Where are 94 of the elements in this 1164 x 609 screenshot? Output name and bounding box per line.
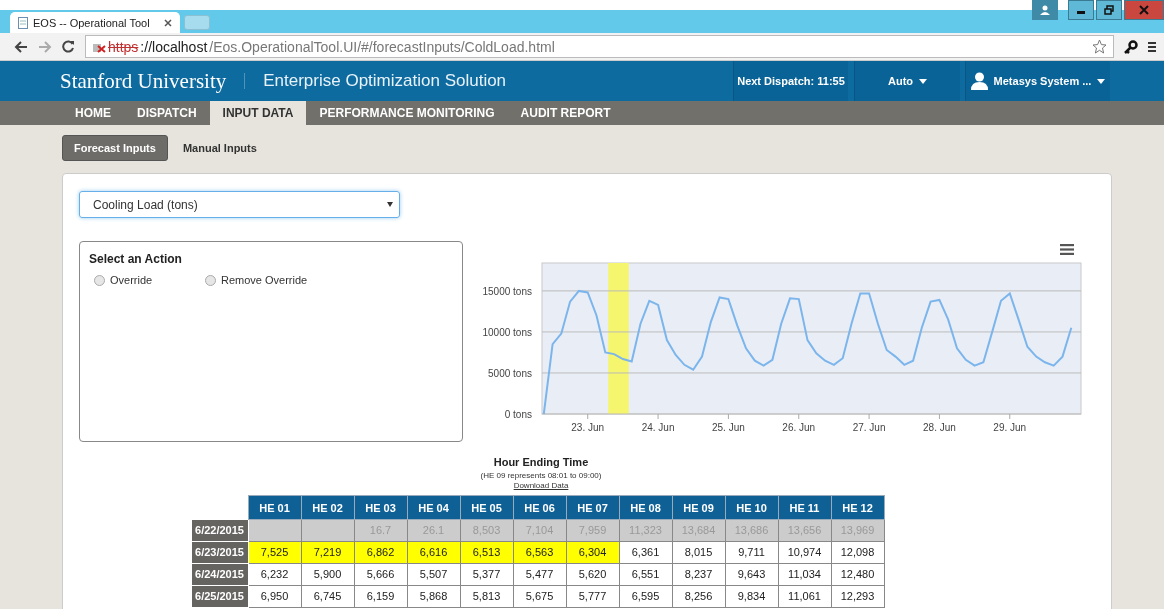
row-header: 6/22/2015 bbox=[191, 519, 248, 542]
close-icon bbox=[1139, 5, 1149, 15]
table-cell: 11,034 bbox=[778, 563, 831, 586]
table-cell: 6,361 bbox=[619, 541, 672, 564]
key-icon[interactable] bbox=[1124, 39, 1138, 54]
person-icon bbox=[1040, 5, 1050, 15]
close-icon[interactable] bbox=[164, 18, 172, 27]
table-cell: 8,015 bbox=[672, 541, 725, 564]
profile-button[interactable] bbox=[1032, 0, 1058, 20]
table-title: Hour Ending Time bbox=[493, 456, 589, 468]
y-tick-label: 0 tons bbox=[504, 409, 532, 420]
column-header: HE 10 bbox=[725, 495, 778, 520]
x-tick-label: 24. Jun bbox=[641, 422, 675, 433]
close-button[interactable] bbox=[1124, 0, 1164, 20]
next-dispatch-label: Next Dispatch: 11:55 bbox=[733, 61, 848, 101]
mode-dropdown[interactable]: Auto bbox=[854, 61, 960, 101]
radio-option[interactable]: Remove Override bbox=[205, 274, 316, 286]
x-tick-label: 26. Jun bbox=[782, 422, 816, 433]
column-header: HE 02 bbox=[301, 495, 354, 520]
y-tick-label: 10000 tons bbox=[482, 326, 532, 338]
table-cell: 6,745 bbox=[301, 585, 354, 608]
table-cell: 5,620 bbox=[566, 563, 619, 586]
table-cell: 5,777 bbox=[566, 585, 619, 608]
table-cell: 8,256 bbox=[672, 585, 725, 608]
address-bar[interactable]: https://localhost/Eos.OperationalTool.UI/#/forecastInputs/ColdLoad.html bbox=[85, 35, 1114, 58]
table-cell: 6,159 bbox=[354, 585, 407, 608]
university-logo-text: Stanford University bbox=[60, 68, 227, 94]
table-cell: 5,675 bbox=[513, 585, 566, 608]
x-tick-label: 28. Jun bbox=[923, 422, 956, 433]
caret-icon bbox=[387, 202, 393, 207]
user-menu[interactable]: Metasys System ... bbox=[965, 61, 1110, 101]
x-tick-label: 29. Jun bbox=[993, 422, 1027, 433]
back-icon[interactable] bbox=[14, 40, 28, 53]
x-tick-label: 25. Jun bbox=[712, 422, 745, 433]
column-header: HE 05 bbox=[460, 495, 513, 520]
table-cell: 5,507 bbox=[407, 563, 460, 586]
panel-title: Select an Action bbox=[89, 252, 183, 266]
nav-tab[interactable]: AUDIT REPORT bbox=[507, 101, 624, 125]
row-header: 6/25/2015 bbox=[191, 585, 248, 608]
nav-tab[interactable]: PERFORMANCE MONITORING bbox=[306, 101, 508, 125]
column-header: HE 03 bbox=[354, 495, 407, 520]
column-header: HE 12 bbox=[831, 495, 884, 520]
column-header: HE 04 bbox=[407, 495, 460, 520]
table-cell: 6,950 bbox=[248, 585, 301, 608]
table-cell: 5,477 bbox=[513, 563, 566, 586]
app-title: Enterprise Optimization Solution bbox=[263, 71, 508, 91]
row-header: 6/24/2015 bbox=[191, 563, 248, 586]
browser-tab[interactable]: EOS -- Operational Tool bbox=[10, 12, 180, 33]
table-cell: 11,061 bbox=[778, 585, 831, 608]
x-tick-label: 23. Jun bbox=[571, 422, 605, 433]
table-cell: 6,232 bbox=[248, 563, 301, 586]
table-cell: 5,377 bbox=[460, 563, 513, 586]
column-header: HE 08 bbox=[619, 495, 672, 520]
column-header: HE 01 bbox=[248, 495, 301, 520]
y-tick-label: 15000 tons bbox=[482, 285, 532, 297]
page-icon bbox=[18, 16, 28, 29]
row-header: 6/23/2015 bbox=[191, 541, 248, 564]
table-cell: 6,551 bbox=[619, 563, 672, 586]
variable-dropdown[interactable]: Cooling Load (tons) bbox=[79, 191, 400, 218]
table-cell: 5,813 bbox=[460, 585, 513, 608]
nav-tab[interactable]: HOME bbox=[62, 101, 124, 125]
x-tick-label: 27. Jun bbox=[852, 422, 886, 433]
table-cell: 12,480 bbox=[831, 563, 884, 586]
restore-button[interactable] bbox=[1096, 0, 1122, 20]
minimize-button[interactable] bbox=[1068, 0, 1094, 20]
table-cell: 6,595 bbox=[619, 585, 672, 608]
table-cell: 12,293 bbox=[831, 585, 884, 608]
table-cell: 5,900 bbox=[301, 563, 354, 586]
nav-tab[interactable]: INPUT DATA bbox=[209, 101, 307, 125]
table-note: (HE 09 represents 08:01 to 09:00) bbox=[480, 471, 602, 480]
table-cell: 5,868 bbox=[407, 585, 460, 608]
table-cell: 9,834 bbox=[725, 585, 778, 608]
table-cell: 9,643 bbox=[725, 563, 778, 586]
menu-icon[interactable] bbox=[1148, 40, 1156, 53]
column-header: HE 06 bbox=[513, 495, 566, 520]
user-icon bbox=[970, 72, 988, 90]
radio-option[interactable]: Override bbox=[94, 274, 205, 286]
nav-tab[interactable]: DISPATCH bbox=[124, 101, 210, 125]
table-cell: 5,666 bbox=[354, 563, 407, 586]
download-link[interactable]: Download Data bbox=[513, 481, 569, 490]
menu-icon[interactable] bbox=[1060, 244, 1074, 255]
table-cell: 9,711 bbox=[725, 541, 778, 564]
column-header: HE 07 bbox=[566, 495, 619, 520]
y-tick-label: 5000 tons bbox=[488, 367, 532, 379]
sub-tab[interactable]: Forecast Inputs bbox=[62, 135, 168, 161]
table-cell: 10,974 bbox=[778, 541, 831, 564]
sub-tab[interactable]: Manual Inputs bbox=[171, 135, 268, 161]
star-icon[interactable] bbox=[1092, 39, 1107, 54]
table-cell: 8,237 bbox=[672, 563, 725, 586]
restore-icon bbox=[1104, 5, 1114, 15]
column-header: HE 09 bbox=[672, 495, 725, 520]
table-cell: 12,098 bbox=[831, 541, 884, 564]
column-header: HE 11 bbox=[778, 495, 831, 520]
reload-icon[interactable] bbox=[62, 40, 75, 53]
